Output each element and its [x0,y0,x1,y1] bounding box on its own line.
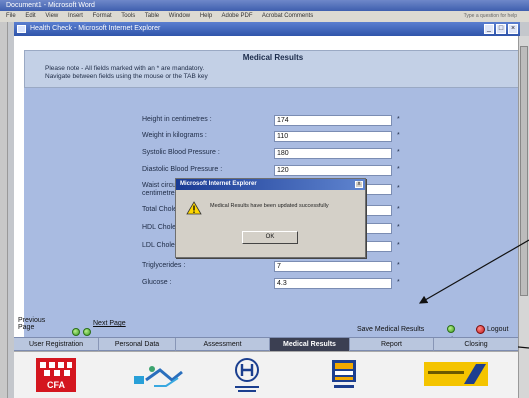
screen: Document1 - Microsoft Word File Edit Vie… [0,0,529,398]
logout-link[interactable]: Logout [487,326,508,333]
tab-assessment[interactable]: Assessment [176,338,270,351]
tab-report[interactable]: Report [350,338,434,351]
tab-closing[interactable]: Closing [434,338,518,351]
save-medical-results-link[interactable]: Save Medical Results [357,326,424,333]
previous-label-2: Page [18,324,35,331]
tab-personal-data[interactable]: Personal Data [99,338,176,351]
next-arrow-icon[interactable] [83,328,91,336]
heart-foundation-logo [134,366,183,387]
sponsor-logos: CFA [14,351,518,398]
tab-bar: User Registration Personal Data Assessme… [14,337,518,351]
bank-logo [424,362,488,386]
cfa-logo: CFA [36,358,76,392]
logout-icon[interactable] [476,325,485,334]
diabetes-logo [235,358,259,392]
save-icon[interactable] [447,325,455,333]
previous-label-1: Previous [18,317,46,324]
svg-text:CFA: CFA [47,380,66,390]
previous-arrow-icon[interactable] [72,328,80,336]
previous-page-link[interactable]: Previous Page [18,317,45,331]
tab-medical-results[interactable]: Medical Results [270,338,350,351]
next-page-link[interactable]: Next Page [93,320,126,327]
tab-user-registration[interactable]: User Registration [14,338,99,351]
ses-logo [332,360,356,388]
